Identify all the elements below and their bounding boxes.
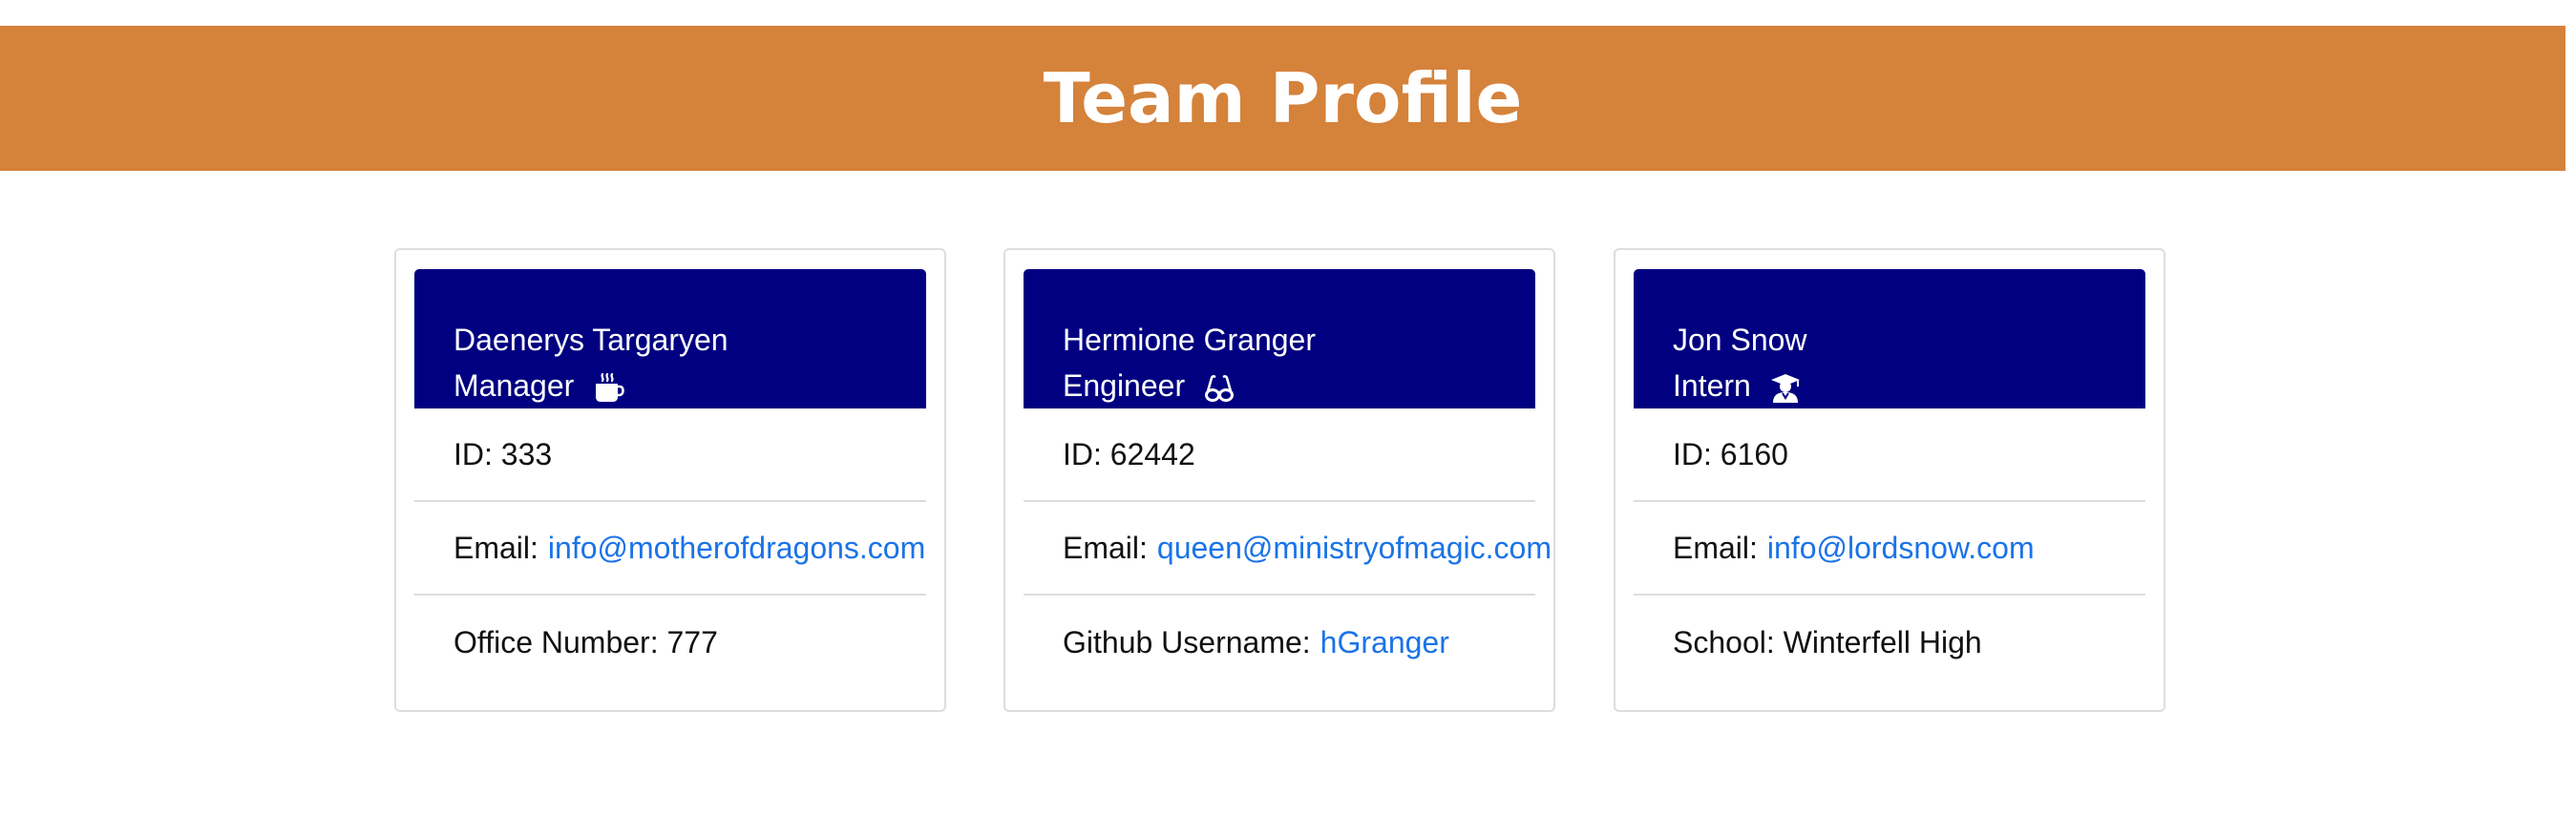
employee-details: ID: 62442 Email: queen@ministryofmagic.c… — [1024, 408, 1552, 689]
employee-name: Hermione Granger — [1063, 323, 1316, 357]
employee-id-text: ID: 6160 — [1673, 436, 1788, 471]
card-header: Hermione Granger Engineer — [1024, 269, 1535, 408]
employee-id: ID: 6160 — [1634, 408, 2145, 502]
employee-role: Engineer — [1063, 368, 1186, 403]
github-label: Github Username: — [1063, 624, 1311, 659]
email-link[interactable]: queen@ministryofmagic.com — [1157, 531, 1552, 566]
employee-id-text: ID: 333 — [454, 436, 553, 471]
glasses-icon — [1203, 372, 1235, 405]
employee-card-intern: Jon Snow Intern ID: 6160 Email: info@lor… — [1614, 248, 2165, 712]
team-cards: Daenerys Targaryen Manager ID: 333 Email… — [394, 248, 2170, 714]
graduate-icon — [1769, 372, 1802, 405]
github-row: Github Username: hGranger — [1024, 596, 1535, 689]
header-banner: Team Profile — [0, 26, 2565, 171]
employee-details: ID: 6160 Email: info@lordsnow.com School… — [1634, 408, 2145, 689]
email-link[interactable]: info@motherofdragons.com — [548, 531, 925, 566]
email-label: Email: — [1063, 530, 1148, 565]
employee-email-row: Email: queen@ministryofmagic.com — [1024, 502, 1552, 596]
email-link[interactable]: info@lordsnow.com — [1767, 531, 2035, 566]
school-text: School: Winterfell High — [1673, 624, 1982, 659]
office-number-row: Office Number: 777 — [414, 596, 926, 689]
employee-email-row: Email: info@motherofdragons.com — [414, 502, 926, 596]
employee-id: ID: 62442 — [1024, 408, 1535, 502]
email-label: Email: — [454, 530, 538, 565]
card-header: Jon Snow Intern — [1634, 269, 2145, 408]
page-title: Team Profile — [1043, 58, 1523, 138]
email-label: Email: — [1673, 530, 1758, 565]
employee-role-line: Engineer — [1063, 363, 1535, 408]
github-link[interactable]: hGranger — [1320, 625, 1449, 660]
employee-role: Manager — [454, 368, 575, 403]
employee-details: ID: 333 Email: info@motherofdragons.com … — [414, 408, 926, 689]
employee-role-line: Intern — [1673, 363, 2145, 408]
employee-role-line: Manager — [454, 363, 926, 408]
employee-role: Intern — [1673, 368, 1751, 403]
school-row: School: Winterfell High — [1634, 596, 2145, 689]
employee-name: Jon Snow — [1673, 323, 1807, 357]
employee-card-manager: Daenerys Targaryen Manager ID: 333 Email… — [394, 248, 946, 712]
employee-email-row: Email: info@lordsnow.com — [1634, 502, 2145, 596]
employee-id: ID: 333 — [414, 408, 926, 502]
employee-name: Daenerys Targaryen — [454, 323, 728, 357]
employee-id-text: ID: 62442 — [1063, 436, 1195, 471]
office-number-text: Office Number: 777 — [454, 624, 718, 659]
mug-hot-icon — [592, 372, 624, 405]
card-header: Daenerys Targaryen Manager — [414, 269, 926, 408]
employee-card-engineer: Hermione Granger Engineer ID: 62442 Emai… — [1003, 248, 1555, 712]
